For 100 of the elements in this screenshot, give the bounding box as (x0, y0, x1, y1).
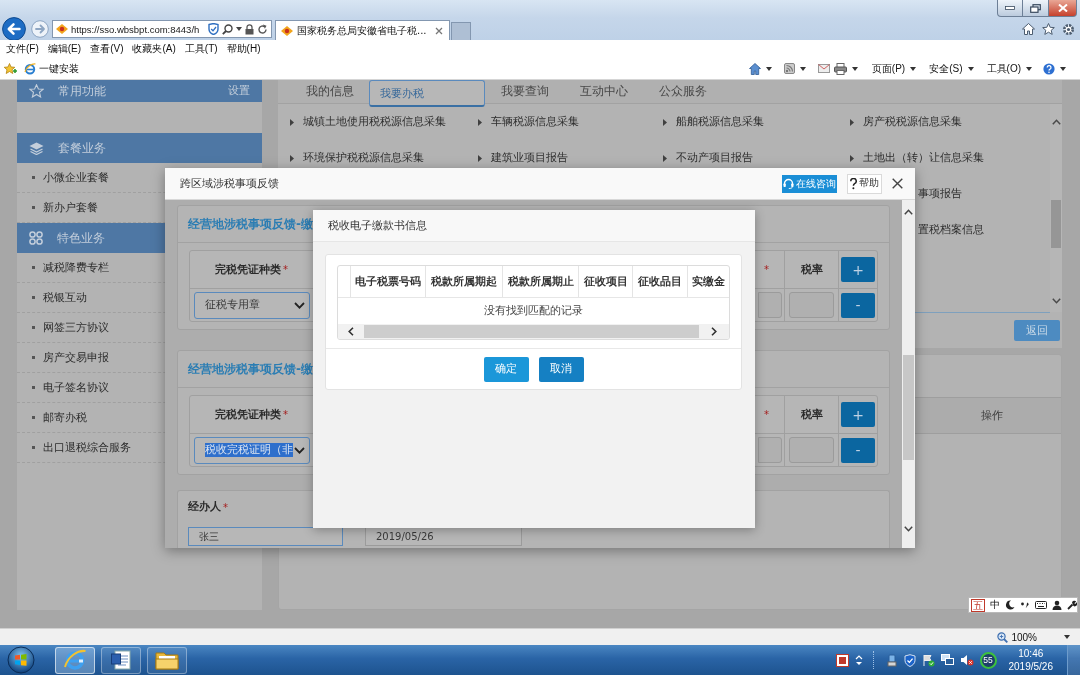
caret-icon[interactable] (1060, 66, 1066, 71)
input-method-badge[interactable]: 五 (971, 598, 985, 612)
menu-item[interactable]: 工具(T) (184, 42, 218, 56)
service-link[interactable]: 车辆税源信息采集 (478, 115, 579, 129)
zoom-icon[interactable] (997, 631, 1009, 643)
maximize-button[interactable] (1023, 0, 1049, 17)
search-icon[interactable] (222, 23, 233, 35)
service-link[interactable]: 不动产项目报告 (663, 151, 753, 165)
person-icon[interactable] (1052, 600, 1062, 610)
network-icon[interactable] (940, 654, 954, 666)
chevron-left-icon[interactable] (348, 327, 354, 336)
shield-icon[interactable] (208, 23, 219, 35)
close-window-button[interactable] (1049, 0, 1077, 17)
zoom-level[interactable]: 100% (1011, 631, 1037, 643)
chevron-right-icon[interactable] (711, 327, 717, 336)
caret-icon[interactable] (799, 66, 806, 71)
scrollbar-thumb[interactable] (903, 355, 914, 460)
input-field[interactable] (758, 292, 782, 318)
column-header: 税款所属期止 (507, 274, 574, 289)
command-menu[interactable]: 页面(P) (871, 61, 917, 76)
input-mode[interactable]: 中 (990, 598, 1000, 612)
nav-tab[interactable]: 我的信息 (290, 80, 369, 103)
nav-tab[interactable]: 公众服务 (643, 80, 722, 103)
start-icon[interactable] (7, 646, 35, 674)
menu-item[interactable]: 收藏夹(A) (132, 42, 176, 56)
service-link[interactable]: 环境保护税税源信息采集 (290, 151, 424, 165)
home-icon[interactable] (748, 62, 761, 75)
remove-button[interactable]: - (841, 292, 875, 318)
framed-square-icon[interactable] (835, 653, 849, 667)
flag-check-icon[interactable] (921, 653, 935, 667)
menu-item[interactable]: 编辑(E) (47, 42, 82, 56)
column-header: 税率 (800, 262, 823, 277)
input-field[interactable] (789, 292, 834, 318)
back-icon[interactable] (2, 17, 26, 41)
up-down-arrows-icon[interactable] (854, 654, 863, 666)
punctuation-icon[interactable] (1020, 601, 1030, 609)
taskbar-button[interactable] (101, 646, 141, 674)
scrollbar-thumb[interactable] (364, 325, 699, 338)
lock-icon[interactable] (245, 23, 254, 35)
service-link[interactable]: 事项报告 (918, 187, 962, 201)
chevron-down-icon[interactable] (1051, 298, 1061, 304)
help-button[interactable]: 帮助 (847, 173, 882, 194)
restore-icon (1030, 3, 1041, 13)
settings-icon[interactable] (1062, 22, 1075, 36)
taskbar-button[interactable] (147, 646, 187, 674)
input-field[interactable] (758, 437, 782, 463)
wrench-icon[interactable] (1067, 600, 1077, 610)
chevron-up-icon[interactable] (1051, 119, 1061, 125)
menu-item[interactable]: 查看(V) (90, 42, 124, 56)
add-favorite-icon[interactable] (4, 62, 17, 75)
star-icon (29, 84, 44, 98)
remove-button[interactable]: - (841, 437, 875, 463)
add-button[interactable]: + (841, 257, 875, 282)
required-mark: * (223, 501, 228, 513)
service-link[interactable]: 土地出（转）让信息采集 (850, 151, 984, 165)
required-mark: * (283, 409, 288, 420)
add-button[interactable]: + (841, 402, 875, 427)
nav-tab[interactable]: 互动中心 (564, 80, 643, 103)
service-link[interactable]: 城镇土地使用税税源信息采集 (290, 115, 446, 129)
service-link[interactable]: 房产税税源信息采集 (850, 115, 962, 129)
minimize-button[interactable] (997, 0, 1023, 17)
device-icon[interactable] (885, 653, 898, 667)
bullet-icon (32, 446, 35, 449)
help-icon[interactable] (1043, 62, 1055, 75)
close-icon[interactable] (892, 178, 903, 189)
star-icon[interactable] (1042, 23, 1055, 35)
url-field[interactable]: https://sso.wbsbpt.com:8443/h (71, 23, 200, 35)
mail-icon[interactable] (817, 64, 830, 73)
caret-icon[interactable] (765, 66, 772, 71)
feed-icon[interactable] (783, 63, 795, 74)
favorite-link[interactable]: 一键安装 (24, 61, 79, 76)
close-icon[interactable] (434, 26, 443, 35)
caret-icon[interactable] (851, 66, 858, 71)
service-link[interactable]: 船舶税源信息采集 (663, 115, 764, 129)
select-field[interactable]: 税收完税证明（非 (193, 436, 310, 464)
caret-icon[interactable] (1064, 635, 1070, 639)
service-link[interactable]: 置税档案信息 (918, 223, 984, 237)
tray-badge[interactable]: 55 (979, 651, 997, 669)
scrollbar-thumb[interactable] (1051, 200, 1061, 248)
muted-speaker-icon[interactable] (959, 654, 974, 666)
cancel-button[interactable]: 取消 (538, 356, 584, 382)
chevron-down-icon[interactable] (904, 526, 913, 532)
nav-tab[interactable]: 我要查询 (485, 80, 564, 103)
online-consult-button[interactable]: 在线咨询 (782, 174, 837, 193)
chevron-up-icon[interactable] (904, 209, 913, 215)
print-icon[interactable] (833, 62, 847, 75)
input-field[interactable] (789, 437, 834, 463)
caret-icon[interactable] (236, 27, 242, 31)
input-field[interactable]: 张三 (188, 527, 343, 546)
browser-tab[interactable]: 国家税务总局安徽省电子税... (275, 20, 450, 40)
command-menu[interactable]: 工具(O) (986, 61, 1032, 76)
home-icon[interactable] (1022, 23, 1035, 35)
moon-icon[interactable] (1005, 600, 1015, 610)
select-field[interactable]: 征税专用章 (193, 291, 310, 319)
menu-item[interactable]: 帮助(H) (226, 42, 261, 56)
command-menu[interactable]: 安全(S) (929, 61, 974, 76)
menu-item[interactable]: 文件(F) (6, 42, 39, 56)
keyboard-icon[interactable] (1035, 601, 1047, 609)
service-link[interactable]: 建筑业项目报告 (478, 151, 568, 165)
refresh-icon[interactable] (257, 23, 268, 35)
